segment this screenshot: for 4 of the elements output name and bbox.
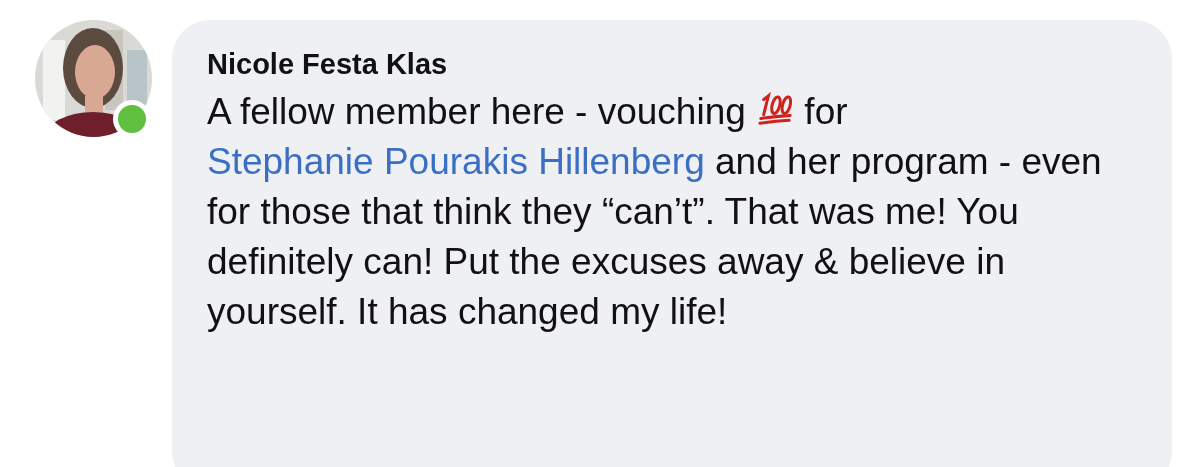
comment-text: A fellow member here - vouching for Stephanie Pourakis Hillenberg and her program - even for those that think they “can’t”. That was me! You definitely can! Put the excuses away & believe in yourself. It has changed my life! (207, 90, 1103, 334)
hundred-points-icon (756, 92, 795, 126)
mention-link[interactable]: Stephanie Pourakis Hillenberg (207, 141, 705, 182)
author-name[interactable]: Nicole Festa Klas (207, 48, 448, 81)
